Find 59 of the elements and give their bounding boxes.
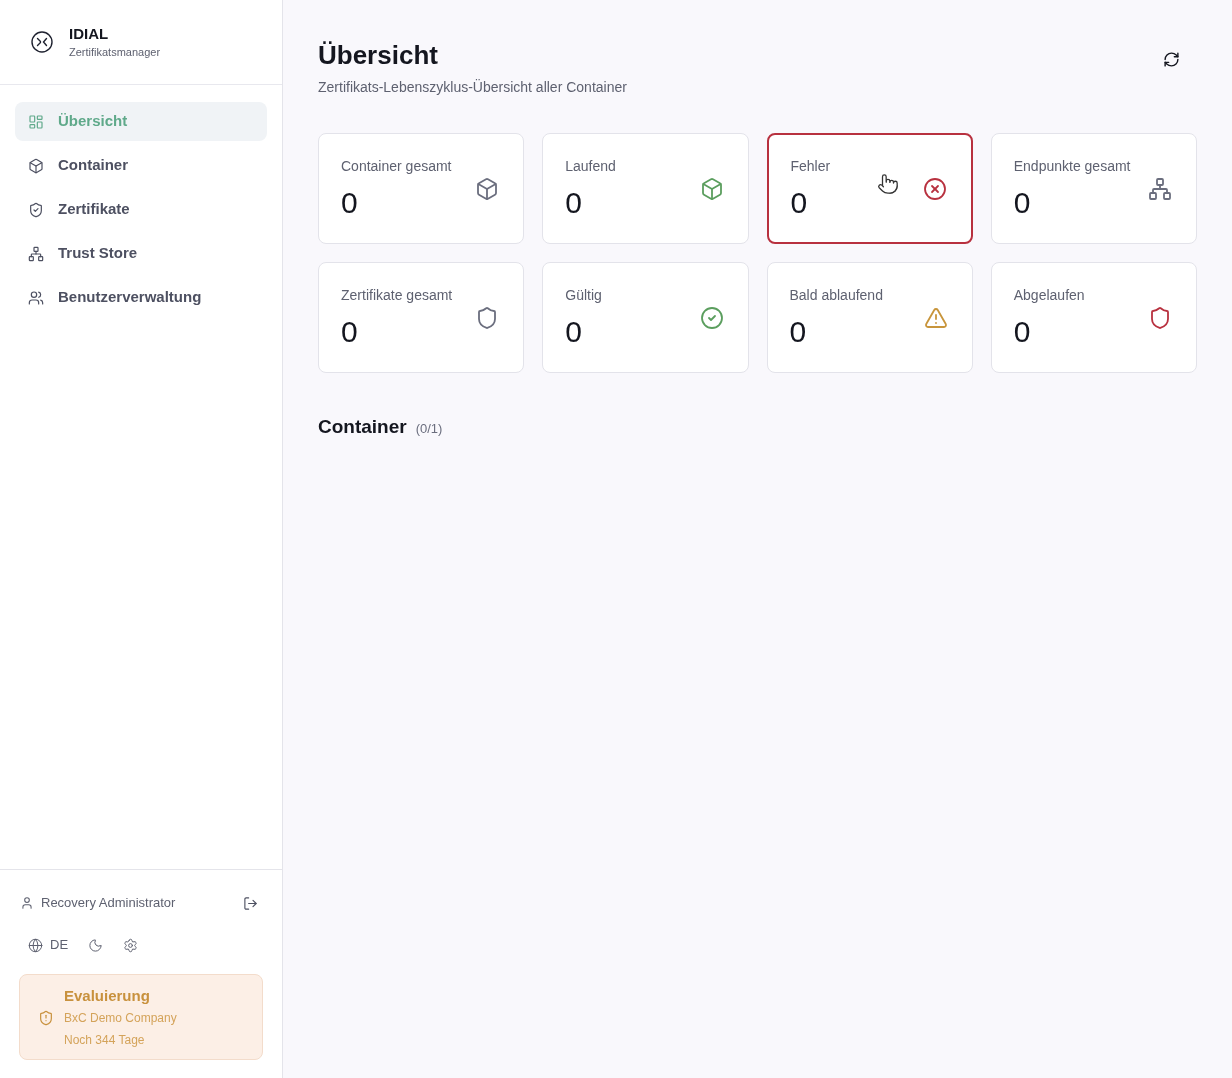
stat-value: 0 — [1013, 185, 1032, 221]
stat-value: 0 — [1013, 314, 1032, 350]
users-icon — [28, 289, 44, 306]
network-icon — [28, 245, 44, 262]
stat-value: 0 — [565, 314, 583, 350]
check-circle-icon — [699, 305, 724, 330]
stat-label: Endpunkte gesamt — [1013, 157, 1131, 176]
network-icon — [1148, 176, 1172, 201]
hand-cursor-icon — [876, 173, 899, 195]
nav-item[interactable]: Trust Store — [15, 234, 267, 273]
stat-value: 0 — [341, 314, 359, 350]
user-name: Recovery Administrator — [41, 894, 176, 913]
nav-item[interactable]: Container — [15, 146, 267, 185]
shield-check-icon — [28, 201, 44, 218]
stat-card[interactable]: Container gesamt 0 — [318, 133, 525, 244]
logout-button[interactable] — [243, 895, 258, 911]
stat-card[interactable]: Bald ablaufend 0 — [766, 262, 973, 373]
language-button[interactable]: DE — [28, 935, 69, 955]
stat-label: Zertifikate gesamt — [341, 286, 453, 305]
stat-card[interactable]: Fehler 0 — [766, 133, 973, 244]
stat-card[interactable]: Endpunkte gesamt 0 — [990, 133, 1197, 244]
page-subtitle: Zertifikats-Lebenszyklus-Übersicht aller Container — [318, 78, 627, 97]
stat-label: Container gesamt — [341, 157, 452, 176]
user-icon — [20, 896, 34, 910]
stat-card[interactable]: Gültig 0 — [542, 262, 749, 373]
stat-card[interactable]: Abgelaufen 0 — [990, 262, 1197, 373]
dashboard-icon — [28, 113, 44, 130]
stat-card[interactable]: Laufend 0 — [542, 133, 749, 244]
nav-item[interactable]: Benutzerverwaltung — [15, 278, 267, 317]
shield-icon — [1148, 305, 1172, 330]
stat-value: 0 — [789, 314, 808, 350]
stat-value: 0 — [341, 185, 359, 221]
stat-label: Bald ablaufend — [789, 286, 883, 305]
settings-button[interactable] — [123, 937, 139, 953]
stat-label: Laufend — [565, 157, 616, 176]
page-title: Übersicht — [318, 39, 439, 72]
brand-name: IDIAL — [69, 24, 110, 44]
stat-label: Abgelaufen — [1013, 286, 1085, 305]
dark-mode-button[interactable] — [88, 937, 104, 953]
license-title: Evaluierung — [64, 986, 151, 1006]
x-circle-icon — [922, 176, 947, 201]
stat-value: 0 — [565, 185, 583, 221]
warning-icon — [923, 305, 948, 330]
section-title: Container — [318, 415, 407, 439]
brand-subtitle: Zertifikatsmanager — [69, 45, 161, 60]
stat-value: 0 — [790, 185, 809, 221]
nav-item[interactable]: Zertifikate — [15, 190, 267, 229]
shield-alert-icon — [38, 1010, 54, 1026]
logo-icon — [31, 31, 53, 53]
cube-icon — [699, 176, 724, 201]
license-remaining: Noch 344 Tage — [64, 1032, 146, 1049]
globe-icon — [28, 937, 43, 953]
stat-label: Fehler — [790, 157, 831, 176]
stat-label: Gültig — [565, 286, 602, 305]
cube-icon — [475, 176, 500, 201]
section-count: (0/1) — [415, 420, 443, 438]
cube-icon — [28, 157, 44, 174]
license-company: BxC Demo Company — [64, 1010, 177, 1027]
stat-card[interactable]: Zertifikate gesamt 0 — [318, 262, 525, 373]
